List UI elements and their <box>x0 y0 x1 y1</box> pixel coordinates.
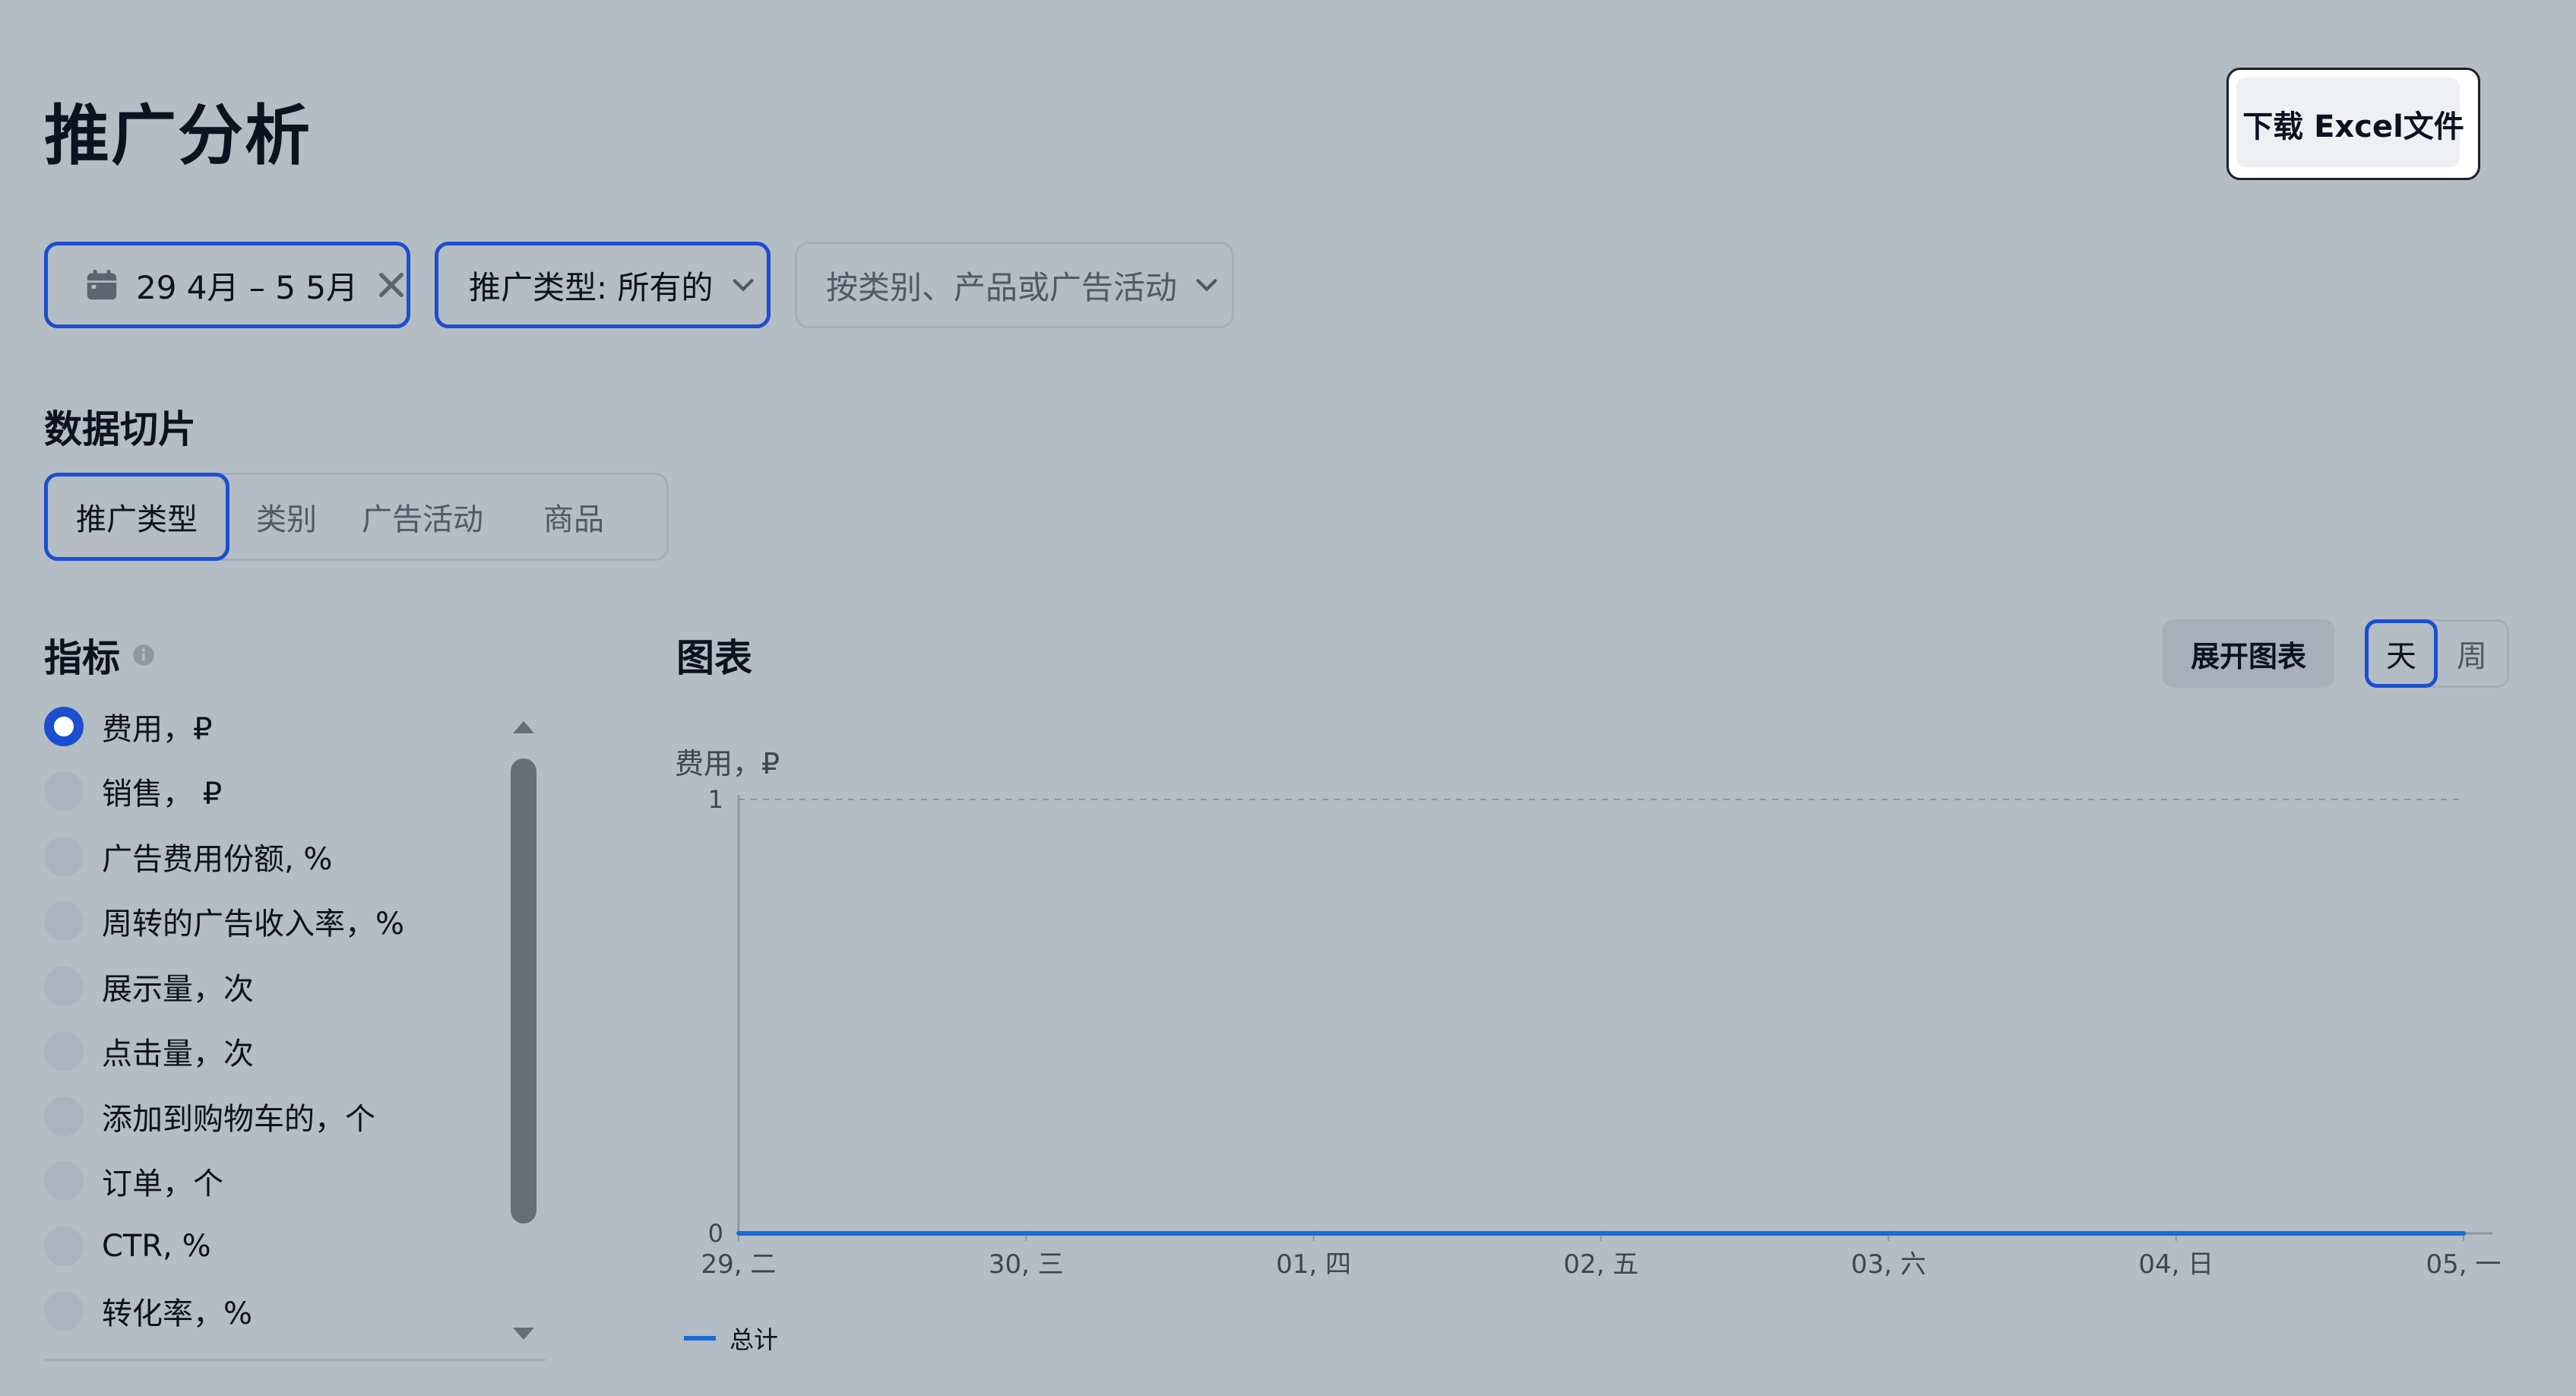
radio[interactable] <box>44 1227 84 1266</box>
chart-legend: 总计 <box>684 1321 778 1356</box>
legend-label-total[interactable]: 总计 <box>729 1321 778 1356</box>
legend-swatch-total <box>684 1336 716 1341</box>
metric-label: 添加到购物车的，个 <box>102 1102 375 1137</box>
metric-option[interactable]: 转化率，% <box>44 1288 252 1334</box>
date-range-label: 29 4月 – 5 5月 <box>136 268 359 306</box>
data-point <box>736 1231 741 1236</box>
download-excel-button[interactable]: 下载 Excel文件 <box>2226 68 2480 180</box>
category-filter-placeholder: 按类别、产品或广告活动 <box>826 268 1178 306</box>
clear-date-icon[interactable] <box>376 270 407 300</box>
tab-campaign[interactable]: 广告活动 <box>343 475 502 559</box>
expand-chart-button[interactable]: 展开图表 <box>2163 619 2334 688</box>
scroll-down-arrow-icon[interactable] <box>511 1325 536 1344</box>
metric-option[interactable]: 广告费用份额, % <box>44 834 332 879</box>
y-tick-label: 0 <box>708 1219 723 1248</box>
metric-label: 广告费用份额, % <box>102 842 333 877</box>
radio[interactable] <box>44 967 84 1006</box>
data-point <box>2173 1231 2179 1236</box>
data-slice-title: 数据切片 <box>44 407 196 451</box>
download-excel-label: 下载 Excel文件 <box>2242 109 2464 144</box>
metric-label: 费用，₽ <box>102 712 213 747</box>
line-chart: 0 1 29, 二 30, 三 01, 四 02, 五 03, 六 04, 日 05, 一 <box>701 785 2502 1280</box>
x-tick-label: 03, 六 <box>1851 1249 1926 1280</box>
data-point <box>1311 1231 1316 1236</box>
calendar-icon <box>87 269 117 300</box>
x-tick-label: 29, 二 <box>701 1249 777 1280</box>
y-tick-label: 1 <box>708 785 723 814</box>
tab-promo-type[interactable]: 推广类型 <box>44 473 229 561</box>
metric-label: 销售， ₽ <box>102 777 223 812</box>
metric-option[interactable]: 订单，个 <box>44 1158 223 1204</box>
data-point <box>1886 1231 1891 1236</box>
page-title: 推广分析 <box>44 98 312 174</box>
chart-title: 图表 <box>676 636 752 680</box>
category-product-campaign-filter[interactable]: 按类别、产品或广告活动 <box>795 242 1234 328</box>
metric-option[interactable]: 展示量，次 <box>44 964 254 1009</box>
metric-option[interactable]: 费用，₽ <box>44 704 212 749</box>
metric-option[interactable]: CTR, % <box>44 1223 211 1269</box>
radio[interactable] <box>44 1097 84 1136</box>
metric-option[interactable]: 点击量，次 <box>44 1028 254 1074</box>
x-tick-label: 02, 五 <box>1564 1249 1639 1280</box>
metric-option[interactable]: 销售， ₽ <box>44 768 222 814</box>
promo-type-filter[interactable]: 推广类型: 所有的 <box>435 242 771 328</box>
x-tick-label: 01, 四 <box>1276 1249 1351 1280</box>
metric-option[interactable]: 添加到购物车的，个 <box>44 1094 375 1139</box>
data-slice-tabs: 推广类型 类别 广告活动 商品 <box>44 473 669 561</box>
radio[interactable] <box>44 837 84 876</box>
chevron-down-icon <box>733 279 753 292</box>
period-week-option[interactable]: 周 <box>2437 622 2507 685</box>
period-toggle: 天 周 <box>2365 619 2509 688</box>
metric-label: 展示量，次 <box>102 972 254 1007</box>
data-point <box>2461 1231 2466 1236</box>
date-range-filter[interactable]: 29 4月 – 5 5月 <box>44 242 410 328</box>
tab-products[interactable]: 商品 <box>505 475 642 559</box>
radio[interactable] <box>44 1291 84 1331</box>
info-icon[interactable] <box>132 644 155 666</box>
metric-label: CTR, % <box>102 1229 211 1264</box>
scroll-up-arrow-icon[interactable] <box>511 717 536 736</box>
metrics-scrollbar-thumb[interactable] <box>511 758 536 1223</box>
data-point <box>1024 1231 1029 1236</box>
tab-category[interactable]: 类别 <box>233 475 340 559</box>
data-point <box>1599 1231 1603 1236</box>
x-tick-label: 04, 日 <box>2138 1249 2214 1280</box>
period-day-option[interactable]: 天 <box>2365 619 2438 688</box>
metrics-title: 指标 <box>44 628 155 682</box>
metrics-title-text: 指标 <box>44 636 120 680</box>
radio[interactable] <box>44 901 84 941</box>
x-tick-label: 30, 三 <box>989 1249 1064 1280</box>
metric-label: 订单，个 <box>102 1166 223 1201</box>
radio[interactable] <box>44 1161 84 1201</box>
radio[interactable] <box>44 771 84 811</box>
metric-label: 点击量，次 <box>102 1037 254 1072</box>
promo-type-label: 推广类型: 所有的 <box>469 268 714 306</box>
radio[interactable] <box>44 1031 84 1071</box>
metric-option[interactable]: 周转的广告收入率，% <box>44 898 404 944</box>
metrics-divider <box>44 1359 546 1361</box>
metric-label: 周转的广告收入率，% <box>102 907 405 942</box>
chevron-down-icon <box>1196 279 1217 292</box>
metric-label: 转化率，% <box>102 1296 253 1331</box>
radio-selected[interactable] <box>44 707 84 746</box>
x-tick-label: 05, 一 <box>2426 1249 2502 1280</box>
